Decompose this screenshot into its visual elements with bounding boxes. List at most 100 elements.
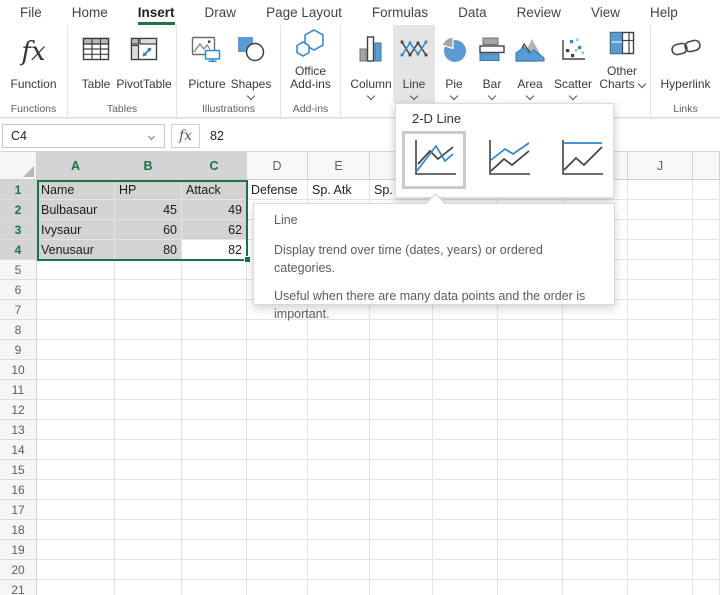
tab-formulas[interactable]: Formulas xyxy=(372,0,428,25)
cell-F17[interactable] xyxy=(370,500,433,520)
office-addins-button[interactable]: Office Add-ins xyxy=(284,25,338,103)
hyperlink-button[interactable]: Hyperlink xyxy=(655,25,717,103)
cell-I18[interactable] xyxy=(563,520,628,540)
row-header-14[interactable]: 14 xyxy=(0,440,37,460)
scatter-chart-button[interactable]: Scatter xyxy=(549,25,597,103)
cell-I19[interactable] xyxy=(563,540,628,560)
cell-partial-9[interactable] xyxy=(693,340,720,360)
select-all-corner[interactable] xyxy=(0,152,37,180)
cell-B18[interactable] xyxy=(115,520,182,540)
cell-partial-2[interactable] xyxy=(693,200,720,220)
cell-D16[interactable] xyxy=(247,480,308,500)
row-header-17[interactable]: 17 xyxy=(0,500,37,520)
cell-J16[interactable] xyxy=(628,480,693,500)
cell-G13[interactable] xyxy=(433,420,498,440)
cell-D14[interactable] xyxy=(247,440,308,460)
cell-partial-11[interactable] xyxy=(693,380,720,400)
cell-B8[interactable] xyxy=(115,320,182,340)
tab-help[interactable]: Help xyxy=(650,0,678,25)
cell-A13[interactable] xyxy=(37,420,115,440)
cell-D17[interactable] xyxy=(247,500,308,520)
cell-B19[interactable] xyxy=(115,540,182,560)
cell-partial-5[interactable] xyxy=(693,260,720,280)
name-box[interactable]: C4 xyxy=(2,124,165,148)
cell-E13[interactable] xyxy=(308,420,370,440)
column-header-partial[interactable] xyxy=(693,152,720,180)
bar-chart-button[interactable]: Bar xyxy=(473,25,511,103)
table-button[interactable]: Table xyxy=(76,25,116,103)
cell-J7[interactable] xyxy=(628,300,693,320)
row-header-5[interactable]: 5 xyxy=(0,260,37,280)
cell-B12[interactable] xyxy=(115,400,182,420)
shapes-button[interactable]: Shapes xyxy=(229,25,273,103)
tab-review[interactable]: Review xyxy=(517,0,561,25)
cell-D12[interactable] xyxy=(247,400,308,420)
row-header-18[interactable]: 18 xyxy=(0,520,37,540)
cell-H18[interactable] xyxy=(498,520,563,540)
cell-A19[interactable] xyxy=(37,540,115,560)
cell-H16[interactable] xyxy=(498,480,563,500)
cell-D13[interactable] xyxy=(247,420,308,440)
pie-chart-button[interactable]: Pie xyxy=(435,25,473,103)
line-chart-button[interactable]: Line xyxy=(393,25,435,103)
cell-F21[interactable] xyxy=(370,580,433,595)
cell-B16[interactable] xyxy=(115,480,182,500)
cell-C2[interactable]: 49 xyxy=(182,200,247,220)
cell-H9[interactable] xyxy=(498,340,563,360)
cell-A15[interactable] xyxy=(37,460,115,480)
column-chart-button[interactable]: Column xyxy=(349,25,393,103)
insert-function-button[interactable]: fx xyxy=(171,124,200,148)
cell-F10[interactable] xyxy=(370,360,433,380)
cell-J19[interactable] xyxy=(628,540,693,560)
cell-A12[interactable] xyxy=(37,400,115,420)
cell-B6[interactable] xyxy=(115,280,182,300)
cell-A8[interactable] xyxy=(37,320,115,340)
cell-B7[interactable] xyxy=(115,300,182,320)
cell-partial-13[interactable] xyxy=(693,420,720,440)
cell-C3[interactable]: 62 xyxy=(182,220,247,240)
cell-I14[interactable] xyxy=(563,440,628,460)
cell-H15[interactable] xyxy=(498,460,563,480)
cell-partial-1[interactable] xyxy=(693,180,720,200)
cell-G10[interactable] xyxy=(433,360,498,380)
cell-I21[interactable] xyxy=(563,580,628,595)
row-header-21[interactable]: 21 xyxy=(0,580,37,595)
row-header-11[interactable]: 11 xyxy=(0,380,37,400)
cell-C12[interactable] xyxy=(182,400,247,420)
cell-J10[interactable] xyxy=(628,360,693,380)
row-header-19[interactable]: 19 xyxy=(0,540,37,560)
cell-J1[interactable] xyxy=(628,180,693,200)
cell-partial-10[interactable] xyxy=(693,360,720,380)
cell-J20[interactable] xyxy=(628,560,693,580)
row-header-12[interactable]: 12 xyxy=(0,400,37,420)
cell-partial-6[interactable] xyxy=(693,280,720,300)
tab-data[interactable]: Data xyxy=(458,0,487,25)
cell-J8[interactable] xyxy=(628,320,693,340)
cell-B17[interactable] xyxy=(115,500,182,520)
cell-D1[interactable]: Defense xyxy=(247,180,308,200)
column-header-E[interactable]: E xyxy=(308,152,370,180)
cell-J5[interactable] xyxy=(628,260,693,280)
cell-C13[interactable] xyxy=(182,420,247,440)
cell-B9[interactable] xyxy=(115,340,182,360)
row-header-15[interactable]: 15 xyxy=(0,460,37,480)
cell-C11[interactable] xyxy=(182,380,247,400)
cell-B21[interactable] xyxy=(115,580,182,595)
cell-F19[interactable] xyxy=(370,540,433,560)
cell-E14[interactable] xyxy=(308,440,370,460)
row-header-9[interactable]: 9 xyxy=(0,340,37,360)
cell-E1[interactable]: Sp. Atk xyxy=(308,180,370,200)
cell-F9[interactable] xyxy=(370,340,433,360)
row-header-13[interactable]: 13 xyxy=(0,420,37,440)
cell-A20[interactable] xyxy=(37,560,115,580)
cell-C8[interactable] xyxy=(182,320,247,340)
cell-J9[interactable] xyxy=(628,340,693,360)
row-header-4[interactable]: 4 xyxy=(0,240,37,260)
cell-J21[interactable] xyxy=(628,580,693,595)
cell-partial-18[interactable] xyxy=(693,520,720,540)
cell-G12[interactable] xyxy=(433,400,498,420)
cell-A3[interactable]: Ivysaur xyxy=(37,220,115,240)
cell-partial-19[interactable] xyxy=(693,540,720,560)
cell-B14[interactable] xyxy=(115,440,182,460)
picture-button[interactable]: Picture xyxy=(185,25,229,103)
